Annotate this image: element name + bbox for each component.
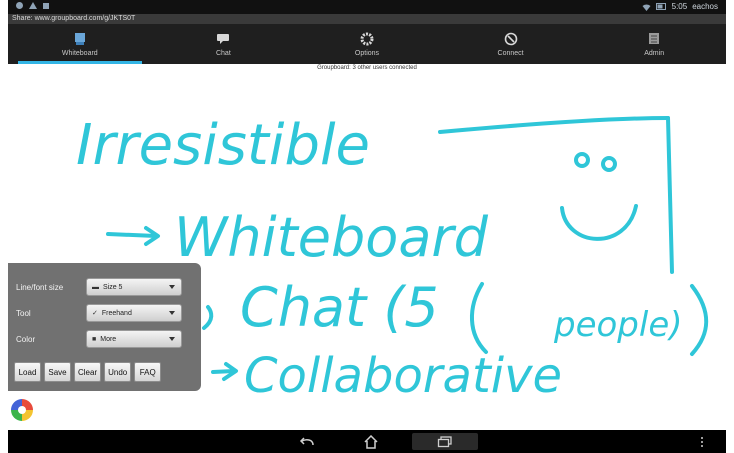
battery-icon	[655, 3, 666, 10]
whiteboard-icon	[73, 32, 87, 46]
ink-word-collaborative: Collaborative	[244, 348, 562, 404]
line-size-value: Size 5	[103, 283, 123, 291]
color-dropdown[interactable]: ■ More	[86, 330, 182, 348]
share-url-bar[interactable]: Share: www.groupboard.com/g/JKTS0T	[8, 14, 726, 24]
warning-icon	[29, 2, 37, 9]
line-size-row: Line/font size ▬ Size 5	[16, 277, 194, 297]
arrow-whiteboard	[106, 226, 160, 246]
size-dot-icon: ▬	[92, 283, 99, 291]
paren-close	[690, 284, 709, 356]
ink-word-people: people)	[553, 305, 683, 345]
color-row: Color ■ More	[16, 329, 194, 349]
tool-row: Tool ✓ Freehand	[16, 303, 194, 323]
chevron-down-icon	[169, 285, 175, 289]
status-carrier: eachos	[692, 2, 718, 11]
pencil-icon: ✓	[92, 310, 98, 317]
system-nav-bar	[8, 430, 726, 453]
status-time: 5:05	[671, 2, 688, 11]
color-palette-icon[interactable]	[10, 398, 34, 422]
tab-bar: Whiteboard Chat Options Connect Admin	[8, 24, 726, 64]
color-value: More	[100, 335, 117, 343]
ink-stroke-top-line	[438, 116, 670, 134]
chevron-down-icon	[169, 337, 175, 341]
status-right: 5:05 eachos	[642, 2, 718, 11]
tool-panel: Line/font size ▬ Size 5 Tool ✓ Freehand …	[8, 263, 201, 391]
tool-buttons: Load Save Clear Undo FAQ	[14, 362, 162, 382]
line-size-dropdown[interactable]: ▬ Size 5	[86, 278, 182, 296]
tab-admin-label: Admin	[644, 49, 665, 57]
tab-admin[interactable]: Admin	[582, 24, 726, 64]
save-button[interactable]: Save	[44, 362, 71, 382]
menu-icon[interactable]	[692, 433, 712, 450]
faq-button[interactable]: FAQ	[134, 362, 162, 382]
smiley-left-eye	[574, 152, 590, 168]
share-url-text: Share: www.groupboard.com/g/JKTS0T	[12, 15, 136, 22]
status-left-icons	[16, 2, 49, 9]
color-swatch-icon: ■	[92, 335, 97, 343]
recents-icon[interactable]	[412, 433, 478, 450]
line-size-label: Line/font size	[16, 282, 64, 292]
admin-icon	[647, 32, 661, 46]
tool-value: Freehand	[101, 309, 132, 317]
smiley-mouth	[560, 204, 638, 241]
chat-bubble-icon	[216, 32, 230, 46]
tool-dropdown[interactable]: ✓ Freehand	[86, 304, 182, 322]
tab-options-label: Options	[354, 49, 380, 57]
tab-whiteboard-label: Whiteboard	[61, 49, 98, 57]
wifi-icon	[642, 3, 651, 11]
ink-word-chat: Chat (5	[240, 276, 439, 339]
notification-dot-icon	[16, 2, 23, 9]
back-icon[interactable]	[284, 433, 330, 450]
smiley-right-eye	[601, 156, 617, 172]
tab-connect[interactable]: Connect	[439, 24, 583, 64]
clear-button[interactable]: Clear	[74, 362, 102, 382]
tab-options[interactable]: Options	[295, 24, 439, 64]
color-label: Color	[16, 334, 36, 344]
home-icon[interactable]	[348, 433, 394, 450]
device-screen: 5:05 eachos Share: www.groupboard.com/g/…	[8, 0, 726, 453]
chevron-down-icon	[169, 311, 175, 315]
undo-button[interactable]: Undo	[104, 362, 132, 382]
paren-open	[469, 282, 488, 354]
connect-icon	[504, 32, 518, 46]
ink-word-whiteboard: Whiteboard	[174, 206, 489, 269]
tab-connect-label: Connect	[497, 49, 524, 57]
load-button[interactable]: Load	[14, 362, 41, 382]
tab-whiteboard[interactable]: Whiteboard	[8, 24, 152, 64]
arrow-collaborative	[211, 362, 238, 381]
tool-label: Tool	[16, 308, 31, 318]
ink-stroke-right-line	[666, 116, 674, 274]
status-bar: 5:05 eachos	[8, 0, 726, 14]
connection-status-text: Groupboard: 3 other users connected	[317, 65, 417, 71]
gear-icon	[360, 32, 374, 46]
image-icon	[43, 2, 49, 9]
tab-chat-label: Chat	[215, 49, 231, 57]
tab-chat[interactable]: Chat	[152, 24, 296, 64]
ink-word-irresistible: Irresistible	[76, 113, 370, 178]
arrow-chat	[202, 305, 214, 330]
